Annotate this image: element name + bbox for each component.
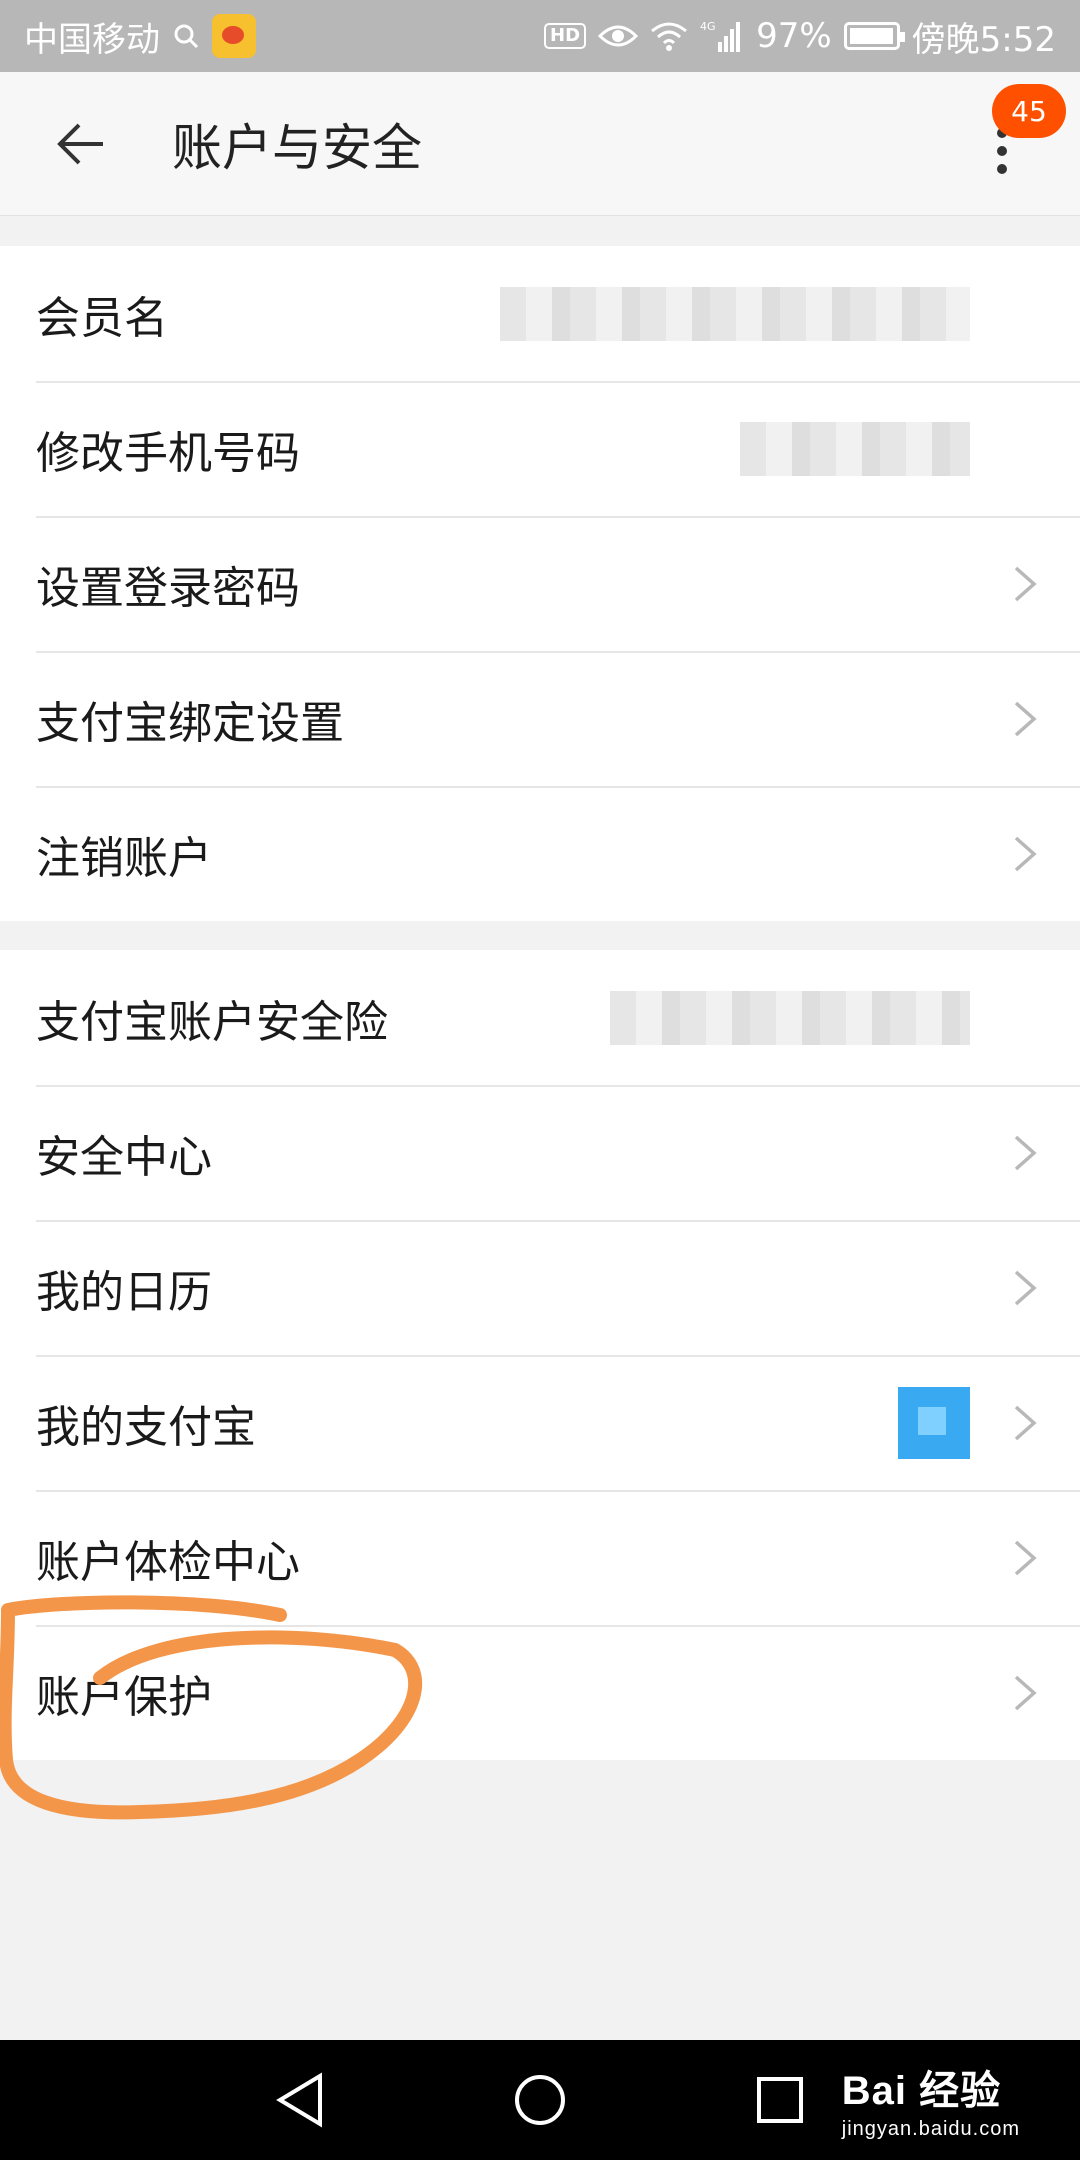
chevron-right-icon xyxy=(1014,566,1037,601)
list-item-member-name[interactable]: 会员名 xyxy=(0,246,1080,381)
list-item-label: 安全中心 xyxy=(36,1131,212,1183)
list-item-alipay-insurance[interactable]: 支付宝账户安全险 xyxy=(0,950,1080,1085)
list-item-close-account[interactable]: 注销账户 xyxy=(0,786,1080,921)
screen: 中国移动 HD 4G 97% 傍晚5:52 账户与安全 45 会员名 修改手机号… xyxy=(0,0,1080,2160)
arrow-left-icon xyxy=(57,123,103,164)
system-nav-bar: Bai 经验 jingyan.baidu.com xyxy=(0,2040,1080,2160)
list-item-label: 修改手机号码 xyxy=(36,427,300,479)
list-item-label: 设置登录密码 xyxy=(36,562,300,614)
chevron-right-icon xyxy=(1014,1405,1037,1440)
redacted-value xyxy=(610,990,970,1045)
chevron-right-icon xyxy=(1014,1675,1037,1710)
nav-home-button[interactable] xyxy=(500,2060,580,2140)
nav-recent-button[interactable] xyxy=(740,2060,820,2140)
back-button[interactable] xyxy=(26,72,136,216)
page-title: 账户与安全 xyxy=(172,118,422,177)
chevron-right-icon xyxy=(1014,701,1037,736)
list-item-label: 账户保护 xyxy=(36,1671,212,1723)
hd-icon: HD xyxy=(544,23,587,49)
list-item-label: 注销账户 xyxy=(36,832,212,884)
chevron-right-icon xyxy=(1014,1135,1037,1170)
battery-percent: 97% xyxy=(756,16,832,56)
list-item-label: 我的日历 xyxy=(36,1266,212,1318)
list-item-security-center[interactable]: 安全中心 xyxy=(0,1085,1080,1220)
redacted-value xyxy=(500,286,970,341)
square-recent-icon xyxy=(757,2077,803,2123)
list-item-alipay-binding[interactable]: 支付宝绑定设置 xyxy=(0,651,1080,786)
eye-icon xyxy=(598,22,639,50)
nav-back-button[interactable] xyxy=(260,2060,340,2140)
chevron-right-icon xyxy=(1014,1270,1037,1305)
app-header: 账户与安全 45 xyxy=(0,72,1080,216)
svg-text:4G: 4G xyxy=(700,20,716,33)
list-item-change-phone[interactable]: 修改手机号码 xyxy=(0,381,1080,516)
chevron-right-icon xyxy=(1014,836,1037,871)
triangle-back-icon xyxy=(276,2072,322,2128)
watermark-sub: jingyan.baidu.com xyxy=(841,2118,1020,2140)
watermark-main: Bai 经验 xyxy=(841,2069,1002,2113)
search-icon xyxy=(172,22,200,50)
list-item-my-alipay[interactable]: 我的支付宝 xyxy=(0,1355,1080,1490)
status-left: 中国移动 xyxy=(24,12,256,61)
battery-icon xyxy=(843,22,905,50)
weibo-icon xyxy=(212,14,256,58)
list-item-label: 会员名 xyxy=(36,292,168,344)
status-right: HD 4G 97% 傍晚5:52 xyxy=(544,12,1056,61)
settings-group-security: 支付宝账户安全险 安全中心 我的日历 我的支付宝 账户体检中心 账户保护 xyxy=(0,950,1080,1760)
settings-group-account: 会员名 修改手机号码 设置登录密码 支付宝绑定设置 注销账户 xyxy=(0,246,1080,921)
list-item-account-checkup[interactable]: 账户体检中心 xyxy=(0,1490,1080,1625)
status-bar: 中国移动 HD 4G 97% 傍晚5:52 xyxy=(0,0,1080,72)
baidu-watermark: Bai 经验 jingyan.baidu.com xyxy=(842,2058,1020,2141)
wifi-icon xyxy=(650,21,688,51)
chevron-right-icon xyxy=(1014,1540,1037,1575)
list-item-label: 账户体检中心 xyxy=(36,1536,300,1588)
clock: 傍晚5:52 xyxy=(911,19,1056,60)
carrier-label: 中国移动 xyxy=(24,19,160,60)
notification-badge: 45 xyxy=(992,84,1066,138)
signal-icon: 4G xyxy=(700,20,744,52)
list-item-label: 支付宝绑定设置 xyxy=(36,697,344,749)
list-item-my-calendar[interactable]: 我的日历 xyxy=(0,1220,1080,1355)
alipay-avatar xyxy=(898,1386,970,1459)
list-item-label: 我的支付宝 xyxy=(36,1401,256,1453)
list-item-account-protection[interactable]: 账户保护 xyxy=(0,1625,1080,1760)
circle-home-icon xyxy=(515,2075,565,2125)
list-item-set-password[interactable]: 设置登录密码 xyxy=(0,516,1080,651)
list-item-label: 支付宝账户安全险 xyxy=(36,996,388,1048)
redacted-value xyxy=(740,421,970,476)
